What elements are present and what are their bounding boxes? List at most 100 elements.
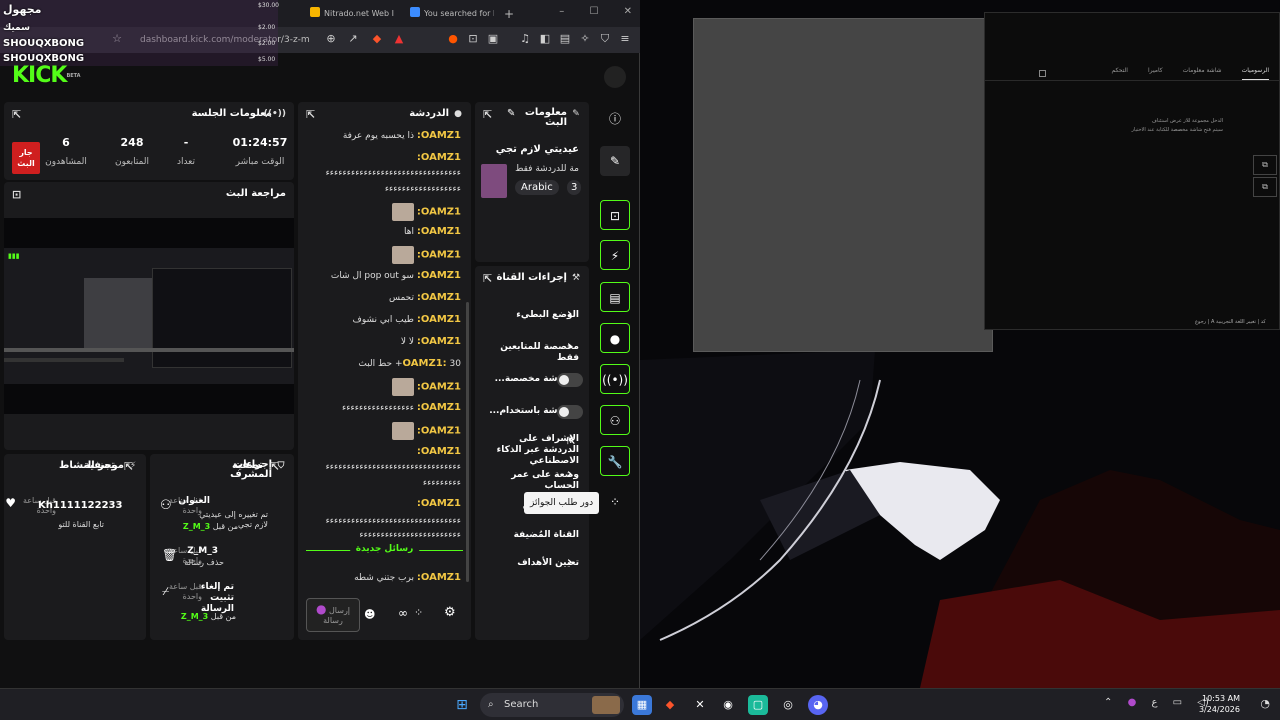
settings-gear-icon[interactable]: ⚙ [444,605,456,620]
popout-icon[interactable]: ⇱ [270,460,279,473]
channel-action-row[interactable]: الإشراف على الدردشة عبر الذكاء الاصطناعي [485,434,579,467]
extension-icon[interactable]: ● [446,32,460,46]
window-square-icon[interactable] [1039,70,1046,77]
tab-camera[interactable]: كاميرا [1148,67,1163,80]
screenshot-icon[interactable]: ⊡ [466,32,480,46]
sidebar-icon[interactable]: ◧ [538,32,552,46]
user-shield-icon[interactable]: ⚇ [600,405,630,435]
activity-username[interactable]: Kh1111122233 [38,500,122,511]
taskbar-clock[interactable]: 10:53 AM 3/24/2026 [1199,693,1240,715]
camera-icon[interactable]: ⊡ [600,200,630,230]
chat-username[interactable]: OAMZ1: [417,292,461,303]
camera-icon[interactable]: ⊡ [12,188,21,201]
control-panel-window[interactable]: التحكم كاميرا شاشة معلومات الرسوميات الد… [984,12,1280,330]
mic-icon[interactable]: ● [316,602,326,616]
chevron-right-icon[interactable]: › [567,467,572,482]
dots-icon[interactable]: ⁘ [414,606,423,619]
capcut-icon[interactable]: ✕ [690,695,710,715]
mod-action-title[interactable]: 3_Z_M [187,546,218,556]
external-link-icon[interactable]: ⇱ [567,436,575,447]
discord-icon[interactable]: ◕ [808,695,828,715]
document-icon[interactable]: ▤ [600,282,630,312]
chevron-up-icon[interactable]: ⌃ [1104,697,1112,708]
chevron-right-icon[interactable]: › [567,307,572,322]
notification-bell-icon[interactable]: ◔ [1260,697,1270,710]
maximize-button[interactable]: ☐ [589,6,598,17]
popout-icon[interactable]: ⇱ [124,460,133,473]
taskbar-search[interactable]: ⌕ Search [480,693,624,717]
minimize-button[interactable]: – [559,6,564,17]
chat-username[interactable]: OAMZ1: [417,270,461,281]
edit-icon[interactable]: ✎ [507,108,515,119]
chat-username[interactable]: OAMZ1: [417,250,461,261]
lightning-icon[interactable]: ⚡ [600,240,630,270]
chat-username[interactable]: OAMZ1: [417,226,461,237]
mic-icon[interactable]: ● [1128,697,1137,708]
channel-action-row[interactable]: الوضع البطيء [485,310,579,321]
toggle-switch[interactable] [557,405,583,419]
brave-icon[interactable]: ◆ [660,695,680,715]
channel-action-row[interactable]: تعيين الأهداف [485,558,579,569]
close-button[interactable]: ✕ [624,6,632,17]
dots-icon[interactable]: ⁘ [600,487,630,517]
chat-username[interactable]: OAMZ1: [417,446,461,457]
wallet-icon[interactable]: ▤ [558,32,572,46]
reader-icon[interactable]: ▣ [486,32,500,46]
chat-scrollbar[interactable] [466,302,469,582]
chat-icon[interactable]: ● [600,323,630,353]
menu-icon[interactable]: ≡ [618,32,632,46]
language-indicator[interactable]: ع [1152,697,1158,708]
game-icon[interactable]: ◎ [778,695,798,715]
filter-button[interactable]: تصفية [84,460,115,471]
popout-icon[interactable]: ⇱ [483,272,492,285]
tab-control[interactable]: التحكم [1111,67,1128,80]
kick-app-icon[interactable]: ▢ [748,695,768,715]
channel-action-row[interactable]: مخصصة للمتابعين فقط [485,342,579,364]
chat-username[interactable]: OAMZ1: [417,426,461,437]
external-link-icon[interactable]: ⧉ [1253,155,1277,175]
vpn-icon[interactable]: ⛉ [598,32,612,46]
network-icon[interactable]: ▭ [1173,697,1182,708]
chat-username[interactable]: OAMZ1: [417,382,461,393]
chat-username[interactable]: OAMZ1: [417,152,461,163]
stream-preview-video[interactable]: ▮▮▮ [4,218,294,414]
leo-icon[interactable]: ✧ [578,32,592,46]
chat-username[interactable]: OAMZ1: [417,130,461,141]
kick-logo[interactable]: KICKBETA [12,65,81,87]
music-icon[interactable]: ♫ [518,32,532,46]
windows-start-icon[interactable]: ⊞ [452,695,472,715]
chevron-right-icon[interactable]: › [567,339,572,354]
pen-icon[interactable]: ✎ [600,146,630,176]
tab-info-screen[interactable]: شاشة معلومات [1183,67,1222,80]
gray-window[interactable] [693,18,993,352]
user-avatar[interactable] [604,66,626,88]
filter-button[interactable]: تصفية [232,460,263,471]
chat-username[interactable]: OAMZ1: [417,402,461,413]
chevron-right-icon[interactable]: › [567,555,572,570]
brave-shield-icon[interactable]: ◆ [370,32,384,46]
wrench-icon[interactable]: 🔧 [600,446,630,476]
chat-username[interactable]: OAMZ1: [417,498,461,509]
new-tab-button[interactable]: + [504,4,516,24]
chat-input[interactable]: ● إرسال رسالة [306,598,360,632]
broadcast-icon[interactable]: ((•)) [600,364,630,394]
toggle-switch[interactable] [557,373,583,387]
channel-action-row[interactable]: وضعة على عمر الحساب [485,470,579,492]
chat-username[interactable]: OAMZ1: [403,358,447,369]
popout-icon[interactable]: ⇱ [483,108,492,121]
popout-icon[interactable]: ⇱ [306,108,315,121]
chat-username[interactable]: OAMZ1: [417,207,461,218]
external-link-icon[interactable]: ⧉ [1253,177,1277,197]
calculator-icon[interactable]: ▦ [632,695,652,715]
channel-action-row[interactable]: القناة المُضيفة [485,530,579,541]
chat-username[interactable]: OAMZ1: [417,336,461,347]
tab-graphics[interactable]: الرسوميات [1241,67,1269,80]
brave-rewards-icon[interactable]: ▲ [392,32,406,46]
zoom-icon[interactable]: ⊕ [324,32,338,46]
steam-icon[interactable]: ◉ [718,695,738,715]
share-icon[interactable]: ↗ [346,32,360,46]
emoji-icon[interactable]: ☻ [364,608,375,621]
chat-username[interactable]: OAMZ1: [417,314,461,325]
popout-icon[interactable]: ⇱ [12,108,21,121]
infinity-icon[interactable]: ∞ [398,606,408,620]
